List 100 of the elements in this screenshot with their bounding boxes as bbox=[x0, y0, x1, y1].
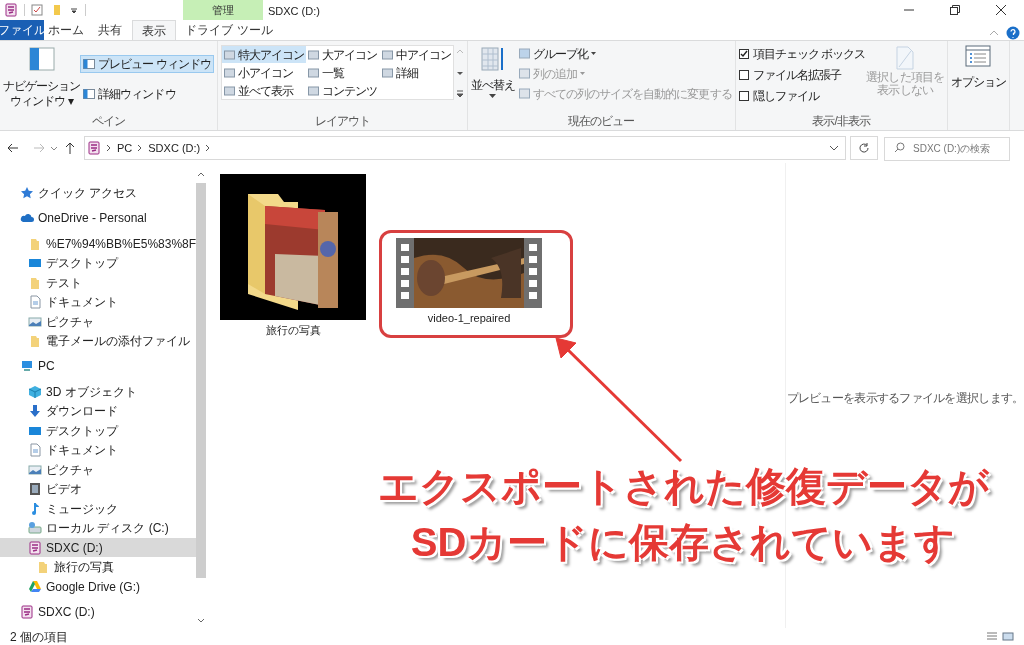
caret-icon bbox=[591, 51, 597, 56]
tree-item[interactable]: ミュージック bbox=[0, 499, 197, 519]
triangle-icon bbox=[28, 579, 42, 594]
scroll-up-icon bbox=[455, 47, 464, 55]
up-icon bbox=[64, 141, 76, 155]
file-name[interactable]: video-1_repaired bbox=[427, 310, 511, 327]
view-option[interactable]: グループ化 bbox=[518, 45, 732, 62]
picture-icon bbox=[28, 462, 42, 477]
tree-item[interactable]: ダウンロード bbox=[0, 401, 197, 422]
tree-item[interactable]: ローカル ディスク (C:) bbox=[0, 518, 197, 538]
columns-icon bbox=[518, 88, 530, 99]
group-label: レイアウト bbox=[313, 113, 371, 128]
chevron-right-icon bbox=[205, 144, 212, 152]
caret-icon bbox=[489, 94, 497, 99]
tree-item[interactable]: ピクチャ bbox=[0, 460, 197, 480]
tree-item[interactable]: 3D オブジェクト bbox=[0, 382, 197, 402]
drive-icon bbox=[87, 141, 101, 155]
checkbox[interactable] bbox=[738, 90, 749, 101]
caret-icon bbox=[580, 71, 586, 76]
checkbox[interactable] bbox=[738, 48, 749, 59]
layout-option[interactable]: 詳細 bbox=[379, 64, 453, 81]
file-name[interactable]: 旅行の写真 bbox=[265, 322, 321, 339]
tree-item[interactable]: ビデオ bbox=[0, 479, 197, 500]
film-icon bbox=[28, 482, 42, 497]
expand-icon bbox=[455, 90, 464, 98]
picture-icon bbox=[28, 314, 42, 329]
tree-item[interactable]: 電子メールの添付ファイル bbox=[0, 331, 197, 351]
disk-icon bbox=[28, 521, 42, 536]
breadcrumb[interactable]: PC bbox=[117, 139, 133, 157]
page-icon bbox=[895, 45, 916, 71]
breadcrumb[interactable]: SDXC (D:) bbox=[148, 139, 201, 157]
refresh-button[interactable] bbox=[850, 136, 878, 160]
search-field[interactable]: SDXC (D:)の検索 bbox=[884, 136, 1010, 161]
annotation-text: SDカードに保存されています bbox=[410, 519, 956, 566]
sort-icon bbox=[479, 45, 506, 73]
scrollbar-thumb[interactable] bbox=[196, 183, 207, 578]
options-button[interactable]: オプション bbox=[950, 45, 1006, 91]
arrow-down-icon bbox=[28, 404, 42, 419]
cube-icon bbox=[28, 384, 42, 399]
view-icon bbox=[381, 49, 393, 60]
star-icon bbox=[20, 185, 34, 200]
folder-icon bbox=[28, 236, 42, 251]
tree-item[interactable]: PC bbox=[0, 356, 197, 377]
close-icon bbox=[996, 5, 1006, 15]
document-icon bbox=[28, 443, 42, 458]
layout-option[interactable]: コンテンツ bbox=[306, 82, 380, 99]
folder-icon bbox=[28, 275, 42, 290]
chevron-down-icon bbox=[50, 144, 58, 152]
tree-item[interactable]: %E7%94%BB%E5%83%8F bbox=[0, 233, 197, 254]
tree-item[interactable]: デスクトップ bbox=[0, 421, 197, 441]
layout-option[interactable]: 小アイコン bbox=[222, 64, 307, 81]
scroll-up-icon bbox=[197, 171, 206, 177]
chevron-right-icon bbox=[137, 144, 144, 152]
view-icon bbox=[308, 49, 320, 60]
view-icon bbox=[224, 85, 236, 96]
tree-item[interactable]: クイック アクセス bbox=[0, 183, 197, 203]
view-icon bbox=[224, 67, 236, 78]
preview-pane-button[interactable]: プレビュー ウィンドウ bbox=[80, 55, 215, 73]
back-icon bbox=[6, 141, 20, 155]
tree-item[interactable]: ドキュメント bbox=[0, 440, 197, 461]
minimize-icon bbox=[904, 9, 914, 11]
computer-icon bbox=[20, 359, 34, 374]
details-pane-button[interactable]: 詳細ウィンドウ bbox=[80, 85, 215, 103]
details-view-icon bbox=[986, 631, 998, 642]
tree-item[interactable]: SDXC (D:) bbox=[0, 537, 197, 558]
ribbon-tab[interactable]: 表示 bbox=[132, 20, 176, 40]
navigation-pane-button[interactable]: ナビゲーション ウィンドウ ▾ bbox=[3, 45, 81, 112]
view-icon bbox=[308, 67, 320, 78]
layout-option[interactable]: 中アイコン bbox=[379, 46, 453, 63]
address-bar[interactable]: PC SDXC (D:) bbox=[84, 136, 846, 160]
layout-option[interactable]: 並べて表示 bbox=[222, 82, 307, 99]
checkbox[interactable] bbox=[738, 69, 749, 80]
drive-icon bbox=[20, 605, 34, 620]
view-icon bbox=[224, 49, 236, 60]
checkbox-label: 隠しファイル bbox=[752, 87, 819, 105]
layout-option[interactable]: 大アイコン bbox=[306, 46, 380, 63]
tree-item[interactable]: ドキュメント bbox=[0, 292, 197, 312]
pane-icon bbox=[83, 59, 96, 69]
tree-item[interactable]: デスクトップ bbox=[0, 253, 197, 273]
tree-item[interactable]: 旅行の写真 bbox=[0, 557, 197, 577]
checkbox-label: 項目チェック ボックス bbox=[752, 45, 866, 63]
sort-button[interactable]: 並べ替え bbox=[470, 45, 515, 112]
forward-icon bbox=[32, 141, 46, 155]
pane-icon bbox=[83, 89, 96, 99]
large-icons-view-icon bbox=[1002, 631, 1014, 642]
item-count: 2 個の項目 bbox=[10, 628, 68, 645]
folder-icon bbox=[28, 334, 42, 348]
chevron-right-icon bbox=[106, 144, 112, 152]
refresh-icon bbox=[858, 142, 870, 154]
layout-option[interactable]: 一覧 bbox=[306, 64, 380, 81]
tree-item[interactable]: SDXC (D:) bbox=[0, 602, 197, 622]
scroll-down-icon bbox=[197, 618, 206, 624]
tree-item[interactable]: Google Drive (G:) bbox=[0, 576, 197, 597]
ribbon-tab[interactable]: ホーム bbox=[44, 20, 88, 40]
layout-option[interactable]: 特大アイコン bbox=[222, 46, 307, 63]
tree-item[interactable]: ピクチャ bbox=[0, 311, 197, 332]
columns-icon bbox=[518, 68, 530, 79]
ribbon-tab[interactable]: 共有 bbox=[88, 20, 132, 40]
tree-item[interactable]: OneDrive - Personal bbox=[0, 208, 197, 228]
tree-item[interactable]: テスト bbox=[0, 272, 197, 293]
